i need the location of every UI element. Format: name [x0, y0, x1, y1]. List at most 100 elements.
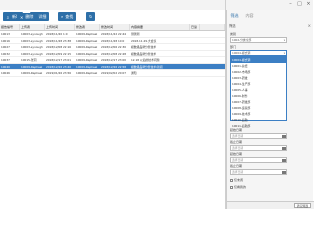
table-cell	[190, 44, 200, 50]
detail-button-label: 详细	[38, 13, 47, 19]
table-cell	[200, 70, 225, 76]
table-cell: 10046	[1, 71, 10, 75]
table-cell: 10003-synough	[21, 38, 43, 43]
search-icon: ⌕	[61, 13, 64, 19]
table-cell: 2018/12/26 22:58	[101, 64, 127, 69]
end-date-field[interactable]: 选择日期	[230, 145, 287, 151]
only-mine-checkbox[interactable]	[230, 185, 233, 189]
clear-filter-button[interactable]: 清空筛选	[293, 203, 311, 208]
table-cell: 10009-Raphael	[76, 51, 98, 56]
window-controls: – □ ×	[287, 0, 312, 8]
table-cell: 10037	[1, 58, 10, 62]
table-cell: 10015-张同	[21, 58, 37, 62]
panel-tabs: 筛选 内容	[227, 10, 314, 21]
only-mine-option[interactable]: 仅看我的	[230, 185, 246, 189]
table-cell: 10032	[1, 51, 10, 56]
grid-header: 报告编号 上传者 上传时间 修改者 修改时间 内容摘要 已读	[0, 24, 225, 31]
table-cell	[190, 64, 200, 70]
table-cell: 12.18 以后的技术问题	[131, 58, 160, 62]
calendar-icon[interactable]	[282, 146, 286, 150]
end-date2-field[interactable]: 选择日期	[230, 169, 287, 175]
refresh-icon: ↻	[89, 13, 93, 19]
only-unread-checkbox[interactable]	[230, 178, 233, 182]
table-row[interactable]: 10046 10009-Raphael 2019/01/26 23:56 10009-…	[0, 70, 225, 77]
table-cell: 10003-synough	[21, 32, 43, 36]
table-cell: 测测测	[131, 32, 140, 36]
search-button-label: 查找	[65, 13, 74, 19]
only-unread-label: 仅未阅	[234, 178, 244, 182]
search-button[interactable]: ⌕ 查找	[58, 12, 77, 21]
export-button[interactable]: ⇩	[3, 13, 13, 21]
report-grid: 报告编号 上传者 上传时间 修改者 修改时间 内容摘要 已读 10013 1000…	[0, 24, 225, 209]
delete-button[interactable]: ✕ 删除	[17, 13, 37, 21]
col-header-extra[interactable]	[200, 24, 225, 30]
panel-footer: 清空筛选	[227, 201, 314, 209]
title-bar: – □ ×	[0, 0, 313, 10]
department-dropdown: 10004-模式调 10001-总经 10002-市场部 10003-研发 10004-…	[230, 56, 287, 128]
table-cell: 2018/11/28 23:38	[46, 38, 72, 43]
calendar-icon[interactable]	[282, 134, 286, 138]
table-cell	[190, 57, 200, 63]
start-date-placeholder: 选择日期	[232, 134, 244, 138]
table-cell: 2018/12/08 22:16	[46, 45, 72, 49]
only-unread-option[interactable]: 仅未阅	[230, 178, 243, 182]
col-header-modify-time[interactable]: 修改时间	[100, 24, 130, 30]
filter-panel: 筛选 内容 筛选 × 类别 1002-分类全部 ▾ 部门 10004-模式调 ▾…	[226, 10, 314, 209]
close-icon[interactable]: ×	[305, 1, 312, 7]
table-cell: 2018/12/26 23:40	[46, 64, 72, 69]
start-date2-label: 起始日期	[230, 152, 243, 156]
maximize-icon[interactable]: □	[296, 1, 303, 7]
col-header-uploader[interactable]: 上传者	[20, 24, 45, 30]
delete-icon: ✕	[20, 14, 24, 20]
tab-content[interactable]: 内容	[242, 10, 257, 21]
col-header-read[interactable]: 已读	[190, 24, 200, 30]
table-cell: 10009-Raphael	[76, 71, 98, 75]
table-cell: 10009-Raphael	[76, 64, 98, 69]
col-header-modifier[interactable]: 修改者	[75, 24, 100, 30]
close-icon[interactable]: ×	[308, 23, 311, 28]
col-header-report-id[interactable]: 报告编号	[0, 24, 20, 30]
col-header-summary[interactable]: 内容摘要	[130, 24, 190, 30]
table-cell	[190, 70, 200, 76]
start-date-label: 起始日期	[230, 128, 243, 132]
table-cell: 2019/02/02 20:07	[101, 71, 127, 75]
table-cell: 10009-Raphael	[76, 32, 98, 36]
col-header-upload-time[interactable]: 上传时间	[45, 24, 75, 30]
table-cell	[200, 51, 225, 57]
refresh-button[interactable]: ↻	[86, 12, 96, 21]
end-date2-placeholder: 选择日期	[232, 170, 244, 174]
table-cell: 10003-synough	[21, 45, 43, 49]
calendar-icon[interactable]	[282, 170, 286, 174]
table-cell	[200, 44, 225, 50]
department-select[interactable]: 10004-模式调 ▾	[230, 50, 287, 56]
table-cell: 模数级品牌分管技术/新闻	[131, 64, 163, 69]
table-cell	[200, 57, 225, 63]
department-label: 部门	[230, 45, 237, 49]
calendar-icon[interactable]	[282, 158, 286, 162]
table-cell: 2018/12/06 22:30	[101, 45, 127, 49]
category-select[interactable]: 1002-分类全部 ▾	[230, 37, 287, 43]
chevron-down-icon: ▾	[283, 39, 285, 42]
table-cell: 10009-Raphael	[76, 45, 98, 49]
panel-title: 筛选	[229, 24, 236, 28]
export-icon: ⇩	[6, 14, 10, 20]
start-date2-placeholder: 选择日期	[232, 158, 244, 162]
table-cell: 2018/12/08 22:28	[101, 51, 127, 56]
table-cell	[200, 64, 225, 70]
minimize-icon[interactable]: –	[287, 1, 294, 7]
table-cell: 10013	[1, 32, 10, 36]
table-cell: 10040	[1, 64, 10, 69]
table-cell: 10009-Raphael	[76, 38, 98, 43]
table-cell: 10009-Raphael	[21, 64, 43, 69]
category-select-value: 1002-分类全部	[232, 38, 252, 42]
grid-body: 10013 10003-synough 2018/11/20 1:0 10009-Ra…	[0, 31, 225, 77]
category-label: 类别	[230, 32, 237, 36]
start-date2-field[interactable]: 选择日期	[230, 157, 287, 163]
end-date-placeholder: 选择日期	[232, 146, 244, 150]
tab-filter[interactable]: 筛选	[227, 10, 242, 21]
delete-button-label: 删除	[25, 14, 34, 19]
only-mine-label: 仅看我的	[234, 185, 247, 189]
end-date2-label: 截止日期	[230, 164, 243, 168]
table-cell: 2018/11/28 10:0	[101, 38, 125, 43]
start-date-field[interactable]: 选择日期	[230, 133, 287, 139]
